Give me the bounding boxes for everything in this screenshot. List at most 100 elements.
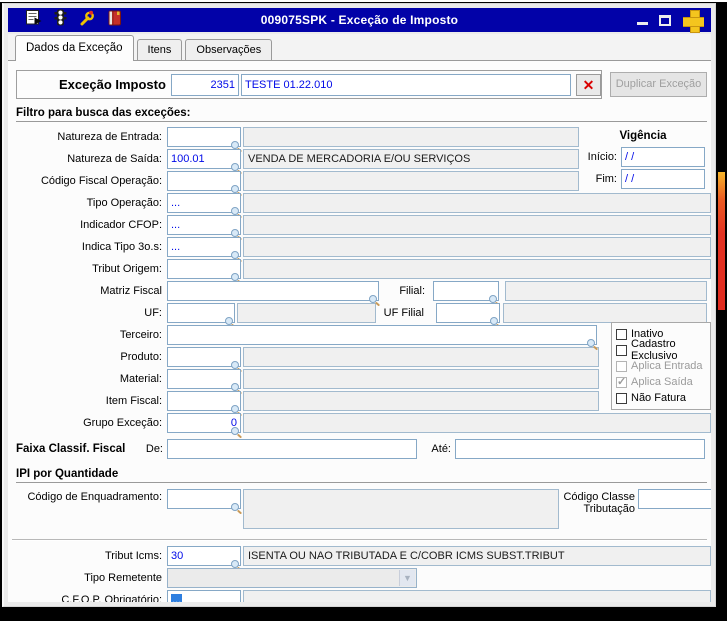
exception-header-row: Exceção Imposto 2351 TESTE 01.22.010 ✕ D… bbox=[16, 70, 707, 99]
ipi-section-title: IPI por Quantidade bbox=[16, 468, 707, 483]
field-input[interactable]: ... bbox=[167, 215, 241, 237]
vigencia-inicio-row: Início: / / bbox=[581, 146, 705, 168]
field-value: ... bbox=[171, 197, 181, 209]
field-input[interactable] bbox=[167, 171, 241, 193]
checkbox-box bbox=[616, 360, 627, 372]
lookup-icon[interactable] bbox=[369, 295, 378, 304]
desktop-top-line bbox=[0, 0, 727, 2]
field-description bbox=[243, 171, 579, 191]
tipo-remetente-label: Tipo Remetente bbox=[84, 572, 162, 584]
faixa-ate-input[interactable] bbox=[455, 438, 705, 459]
filter-row: Tribut Origem: bbox=[16, 258, 711, 281]
exception-header-box: Exceção Imposto 2351 TESTE 01.22.010 ✕ bbox=[16, 70, 602, 99]
field-label: Código Fiscal Operação: bbox=[40, 175, 162, 187]
field-input[interactable]: ... bbox=[167, 237, 241, 259]
uf-filial-label: UF Filial bbox=[383, 307, 424, 319]
cfop-obrigatorio-input[interactable]: ... bbox=[167, 590, 241, 602]
checkbox-aplica-entrada: Aplica Entrada bbox=[616, 358, 710, 374]
lookup-icon[interactable] bbox=[231, 503, 240, 512]
exception-code-value: 2351 bbox=[210, 78, 235, 91]
field-label: Produto: bbox=[120, 351, 162, 363]
uf-filial-description bbox=[503, 303, 707, 323]
field-input[interactable] bbox=[167, 391, 241, 413]
terceiro-label: Terceiro: bbox=[119, 329, 162, 341]
cfop-selected-text: ... bbox=[171, 594, 183, 602]
classe-label-line2: Tributação bbox=[583, 503, 635, 515]
fim-date-value: / / bbox=[625, 173, 635, 185]
uf-filial-input[interactable] bbox=[436, 303, 500, 325]
filter-rows-bottom: Terceiro: Produto: Material: Item Fiscal: G… bbox=[16, 322, 711, 436]
terceiro-input[interactable] bbox=[167, 325, 597, 348]
filial-description bbox=[505, 281, 707, 301]
checkbox-label: Cadastro Exclusivo bbox=[631, 338, 678, 362]
checkbox-n-o-fatura[interactable]: Não Fatura bbox=[616, 390, 710, 406]
tab-content: Exceção Imposto 2351 TESTE 01.22.010 ✕ D… bbox=[8, 61, 711, 602]
field-label: Item Fiscal: bbox=[105, 395, 162, 407]
tab-strip: Dados da Exceção Itens Observações bbox=[8, 34, 711, 61]
field-input[interactable] bbox=[167, 369, 241, 391]
inicio-date-input[interactable]: / / bbox=[621, 147, 705, 167]
checkbox-box[interactable] bbox=[616, 328, 627, 340]
field-input[interactable] bbox=[167, 127, 241, 149]
field-input[interactable]: 100.01 bbox=[167, 149, 241, 171]
enquadramento-input[interactable] bbox=[167, 489, 241, 512]
matriz-fiscal-input[interactable] bbox=[167, 281, 379, 304]
cfop-description bbox=[243, 590, 711, 602]
tab-dados-da-excecao[interactable]: Dados da Exceção bbox=[15, 35, 134, 61]
tribut-icms-row: Tribut Icms: 30 ISENTA OU NAO TRIBUTADA … bbox=[16, 545, 711, 568]
maximize-button[interactable] bbox=[659, 14, 671, 26]
titlebar-icons bbox=[26, 9, 122, 31]
tab-observacoes[interactable]: Observações bbox=[185, 39, 273, 60]
checkbox-box[interactable] bbox=[616, 344, 627, 356]
fim-label: Fim: bbox=[595, 173, 617, 185]
field-label: Natureza de Saída: bbox=[67, 153, 162, 165]
filter-row: Tipo Operação:... bbox=[16, 192, 711, 215]
form-export-icon[interactable] bbox=[26, 10, 42, 30]
uf-input[interactable] bbox=[167, 303, 235, 325]
fim-date-input[interactable]: / / bbox=[621, 169, 705, 189]
tribut-icms-label: Tribut Icms: bbox=[104, 550, 162, 562]
close-plus-button[interactable] bbox=[682, 9, 705, 33]
vigencia-fim-row: Fim: / / bbox=[581, 168, 705, 190]
filter-row: Indica Tipo 3o.s:... bbox=[16, 236, 711, 259]
book-icon[interactable] bbox=[107, 10, 122, 31]
filter-row: Grupo Exceção: 0 bbox=[16, 412, 711, 436]
tribut-icms-value: 30 bbox=[171, 550, 184, 562]
vigencia-title: Vigência bbox=[619, 130, 667, 142]
minimize-button[interactable] bbox=[637, 22, 648, 25]
field-description bbox=[243, 347, 599, 367]
exception-code-input[interactable]: 2351 bbox=[171, 73, 239, 96]
exception-description-value: TESTE 01.22.010 bbox=[245, 78, 333, 91]
checkbox-box[interactable] bbox=[616, 392, 627, 404]
field-input[interactable] bbox=[167, 259, 241, 281]
matriz-fiscal-row: Matriz Fiscal Filial: bbox=[16, 280, 707, 304]
field-description bbox=[243, 237, 711, 257]
filial-input[interactable] bbox=[433, 281, 499, 303]
field-input[interactable] bbox=[167, 347, 241, 369]
checkbox-cadastro-exclusivo[interactable]: Cadastro Exclusivo bbox=[616, 338, 710, 362]
lookup-icon[interactable] bbox=[231, 427, 240, 436]
background-orange-bar bbox=[718, 172, 725, 310]
field-input[interactable]: 0 bbox=[167, 413, 241, 436]
enquadramento-row: Código de Enquadramento: Código Classe T… bbox=[16, 487, 711, 533]
classe-tributacao-input[interactable] bbox=[638, 489, 711, 509]
tribut-icms-input[interactable]: 30 bbox=[167, 546, 241, 568]
title-bar: 009075SPK - Exceção de Imposto bbox=[8, 8, 711, 33]
field-label: Grupo Exceção: bbox=[83, 417, 162, 429]
window-controls bbox=[637, 9, 705, 33]
tipo-remetente-dropdown[interactable]: ▼ bbox=[167, 568, 417, 588]
clear-exception-button[interactable]: ✕ bbox=[576, 73, 601, 96]
traffic-light-icon[interactable] bbox=[54, 9, 67, 31]
faixa-de-input[interactable] bbox=[167, 438, 417, 459]
wrench-icon[interactable] bbox=[79, 10, 95, 31]
field-input[interactable]: ... bbox=[167, 193, 241, 215]
exception-description-input[interactable]: TESTE 01.22.010 bbox=[241, 73, 571, 96]
field-description: VENDA DE MERCADORIA E/OU SERVIÇOS bbox=[243, 149, 579, 169]
tribut-icms-description: ISENTA OU NAO TRIBUTADA E C/COBR ICMS SU… bbox=[243, 546, 711, 566]
uf-row: UF: UF Filial bbox=[16, 302, 707, 325]
lookup-icon[interactable] bbox=[587, 339, 596, 348]
exception-label: Exceção Imposto bbox=[59, 77, 166, 92]
inicio-label: Início: bbox=[587, 151, 617, 163]
duplicate-exception-button[interactable]: Duplicar Exceção bbox=[610, 72, 707, 97]
tab-itens[interactable]: Itens bbox=[136, 39, 183, 60]
